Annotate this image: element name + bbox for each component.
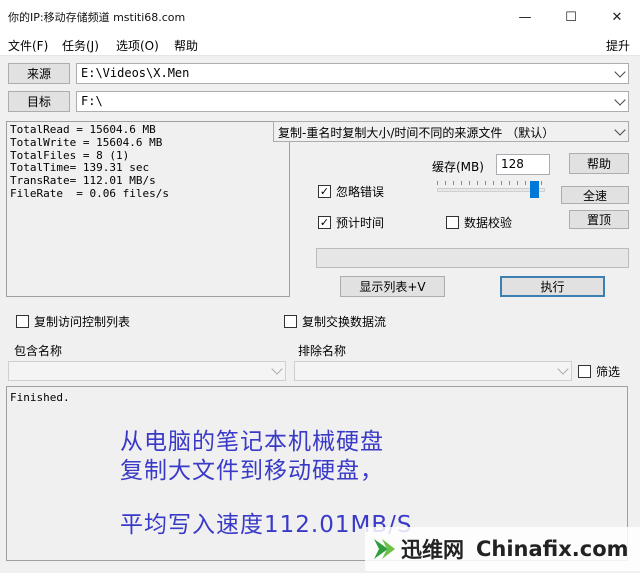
exclude-label: 排除名称 xyxy=(298,344,347,358)
chevron-down-icon[interactable] xyxy=(271,363,283,375)
chinafix-logo-icon xyxy=(374,539,395,559)
filter-checkbox[interactable]: 筛选 xyxy=(578,363,620,380)
target-path-value: F:\ xyxy=(81,94,103,108)
chevron-down-icon[interactable] xyxy=(614,123,626,136)
execute-button[interactable]: 执行 xyxy=(500,276,605,297)
title-bar: 你的IP:移动存储频道 mstiti68.com — ☐ ✕ xyxy=(0,0,640,34)
stat-total-write: TotalWrite = 15604.6 MB xyxy=(10,135,163,149)
copy-mode-select[interactable]: 复制-重名时复制大小/时间不同的来源文件 （默认） xyxy=(273,121,629,142)
filter-label: 筛选 xyxy=(596,365,621,379)
minimize-button[interactable]: — xyxy=(502,0,548,34)
menu-elevate[interactable]: 提升 xyxy=(606,37,630,54)
target-path-combobox[interactable]: F:\ xyxy=(76,91,629,112)
show-list-button[interactable]: 显示列表+V xyxy=(340,276,445,297)
menu-file[interactable]: 文件(F) xyxy=(8,37,48,54)
copy-acl-box-icon xyxy=(16,315,29,328)
exclude-combobox[interactable] xyxy=(294,361,572,381)
source-button[interactable]: 来源 xyxy=(8,63,70,84)
chevron-down-icon[interactable] xyxy=(614,93,626,106)
copy-streams-checkbox[interactable]: 复制交换数据流 xyxy=(284,313,386,330)
help-button[interactable]: 帮助 xyxy=(569,153,629,174)
menu-bar: 文件(F) 任务(J) 选项(O) 帮助 提升 xyxy=(0,34,640,56)
chevron-down-icon[interactable] xyxy=(614,65,626,78)
copy-streams-box-icon xyxy=(284,315,297,328)
verify-box-icon xyxy=(446,216,459,229)
buffer-slider[interactable] xyxy=(437,188,545,192)
stats-panel: TotalRead = 15604.6 MB TotalWrite = 1560… xyxy=(6,121,290,297)
buffer-label: 缓存(MB) xyxy=(432,160,484,174)
estimate-time-checkbox[interactable]: ✓ 预计时间 xyxy=(318,214,384,231)
source-path-combobox[interactable]: E:\Videos\X.Men xyxy=(76,63,629,84)
buffer-input[interactable]: 128 xyxy=(496,154,550,175)
progress-bar xyxy=(316,248,629,268)
menu-options[interactable]: 选项(O) xyxy=(116,37,159,54)
estimate-time-label: 预计时间 xyxy=(336,216,385,230)
ignore-errors-label: 忽略错误 xyxy=(336,185,385,199)
ignore-errors-check-icon: ✓ xyxy=(318,185,331,198)
buffer-slider-thumb[interactable] xyxy=(530,181,539,198)
watermark-cn: 迅维网 xyxy=(401,538,464,562)
top-button[interactable]: 置顶 xyxy=(569,210,629,229)
log-text: Finished. xyxy=(10,391,70,404)
ignore-errors-checkbox[interactable]: ✓ 忽略错误 xyxy=(318,183,384,200)
target-button[interactable]: 目标 xyxy=(8,91,70,112)
include-label: 包含名称 xyxy=(14,344,63,358)
estimate-time-check-icon: ✓ xyxy=(318,216,331,229)
watermark: 迅维网 Chinafix.com xyxy=(365,527,640,571)
window-title: 你的IP:移动存储频道 mstiti68.com xyxy=(8,11,186,24)
copy-acl-label: 复制访问控制列表 xyxy=(34,315,131,329)
maximize-button[interactable]: ☐ xyxy=(548,0,594,34)
chevron-down-icon[interactable] xyxy=(557,363,569,375)
verify-checkbox[interactable]: 数据校验 xyxy=(446,214,512,231)
menu-job[interactable]: 任务(J) xyxy=(62,37,99,54)
overlay-line-2: 复制大文件到移动硬盘， xyxy=(120,458,384,484)
verify-label: 数据校验 xyxy=(464,216,513,230)
stat-file-rate: FileRate = 0.06 files/s xyxy=(10,186,169,200)
full-speed-button[interactable]: 全速 xyxy=(561,186,629,204)
source-path-value: E:\Videos\X.Men xyxy=(81,66,190,80)
copy-acl-checkbox[interactable]: 复制访问控制列表 xyxy=(16,313,130,330)
menu-help[interactable]: 帮助 xyxy=(174,37,198,54)
copy-streams-label: 复制交换数据流 xyxy=(302,315,387,329)
buffer-slider-ticks xyxy=(437,181,545,185)
stat-total-read: TotalRead = 15604.6 MB xyxy=(10,123,156,136)
include-combobox[interactable] xyxy=(8,361,286,381)
filter-box-icon xyxy=(578,365,591,378)
watermark-en: Chinafix.com xyxy=(476,537,629,561)
close-button[interactable]: ✕ xyxy=(594,0,640,34)
copy-mode-value: 复制-重名时复制大小/时间不同的来源文件 （默认） xyxy=(278,126,555,140)
